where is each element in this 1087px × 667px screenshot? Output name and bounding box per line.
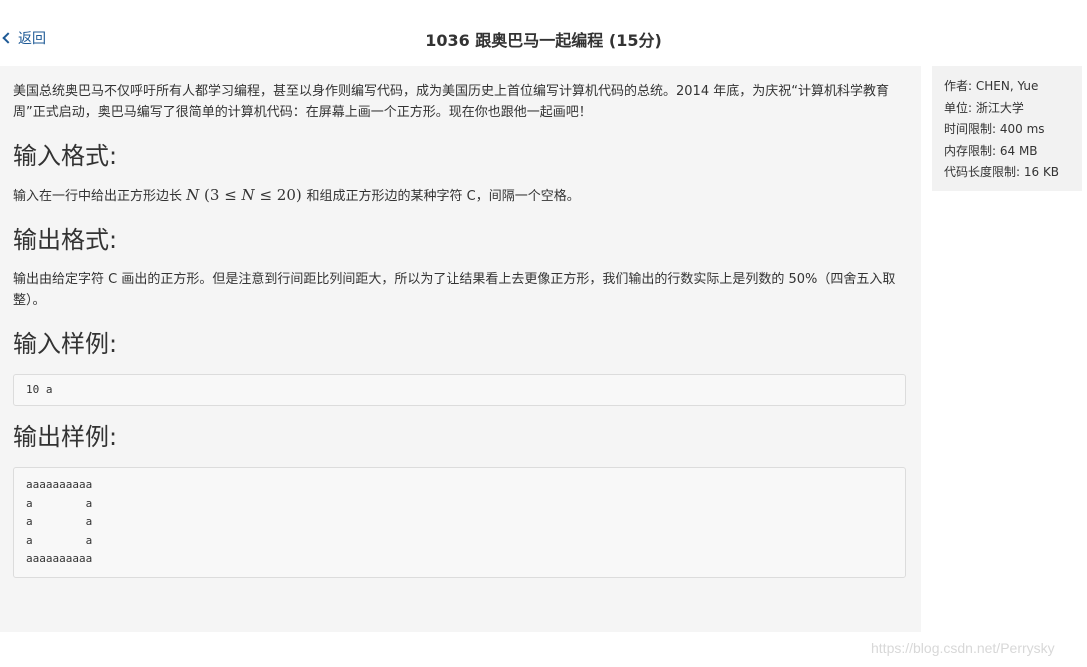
watermark-text: https://blog.csdn.net/Perrysky bbox=[871, 640, 1055, 656]
author-info: 作者: CHEN, Yue bbox=[944, 79, 1039, 93]
math-range-close: ≤ 20) bbox=[254, 186, 307, 204]
unit-info: 单位: 浙江大学 bbox=[944, 100, 1024, 115]
time-limit-info: 时间限制: 400 ms bbox=[944, 122, 1045, 137]
output-format-text: 输出由给定字符 C 画出的正方形。但是注意到行间距比列间距大，所以为了让结果看上… bbox=[13, 272, 896, 308]
problem-info-panel: 作者: CHEN, Yue 单位: 浙江大学 时间限制: 400 ms 内存限制… bbox=[932, 66, 1082, 191]
output-format-heading: 输出格式: bbox=[13, 226, 118, 254]
math-var-n: N bbox=[186, 186, 200, 204]
input-format-heading: 输入格式: bbox=[13, 142, 118, 170]
input-format-text: 输入在一行中给出正方形边长 N (3 ≤ N ≤ 20) 和组成正方形边的某种字… bbox=[13, 185, 908, 207]
math-var-n2: N bbox=[241, 186, 255, 204]
memory-limit-info: 内存限制: 64 MB bbox=[944, 143, 1038, 158]
math-expression: N (3 ≤ N ≤ 20) bbox=[186, 186, 306, 204]
math-range-open: (3 ≤ bbox=[199, 186, 242, 204]
sample-output-heading: 输出样例: bbox=[13, 423, 118, 451]
page-title: 1036 跟奥巴马一起编程 (15分) bbox=[425, 31, 662, 50]
code-limit-info: 代码长度限制: 16 KB bbox=[944, 165, 1060, 180]
problem-content: 美国总统奥巴马不仅呼吁所有人都学习编程，甚至以身作则编写代码，成为美国历史上首位… bbox=[0, 66, 921, 632]
sample-output-code[interactable]: aaaaaaaaaa a a a a a a aaaaaaaaaa bbox=[13, 467, 906, 578]
input-text-after: 和组成正方形边的某种字符 C，间隔一个空格。 bbox=[306, 189, 580, 204]
sample-input-code[interactable]: 10 a bbox=[13, 374, 906, 406]
problem-description: 美国总统奥巴马不仅呼吁所有人都学习编程，甚至以身作则编写代码，成为美国历史上首位… bbox=[13, 84, 889, 120]
top-bar: 返回 1036 跟奥巴马一起编程 (15分) bbox=[0, 0, 1087, 66]
sample-input-heading: 输入样例: bbox=[13, 330, 118, 358]
input-text-before: 输入在一行中给出正方形边长 bbox=[13, 189, 187, 204]
